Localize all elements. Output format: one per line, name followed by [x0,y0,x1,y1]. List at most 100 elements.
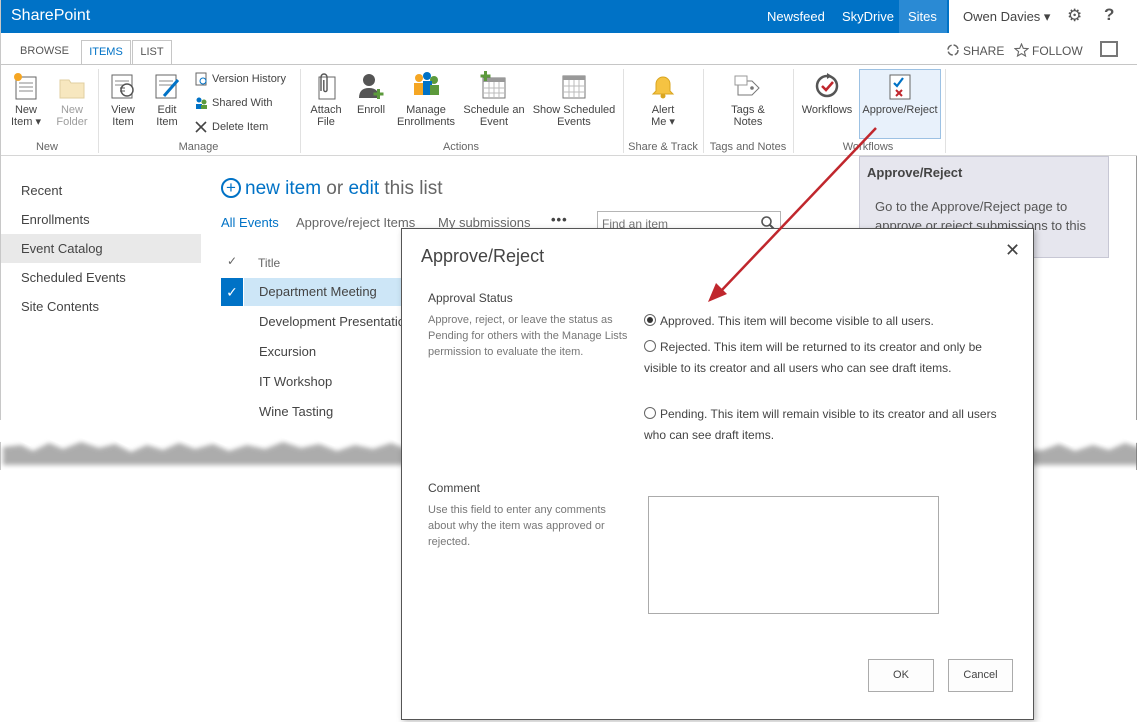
follow-button[interactable]: FOLLOW [1013,42,1083,58]
radio-approved-button[interactable] [644,314,656,326]
sharepoint-brand[interactable]: SharePoint [11,7,90,25]
close-icon[interactable]: ✕ [1005,240,1020,261]
nav-skydrive[interactable]: SkyDrive [842,9,894,24]
radio-rejected-label: Rejected. This item will be returned to … [644,340,982,375]
new-item-link[interactable]: new item [245,178,321,199]
schedule-event-button[interactable]: Schedule an Event [461,71,527,128]
table-row[interactable]: Department Meeting [244,278,424,306]
select-all-checkmark[interactable]: ✓ [227,254,237,268]
tags-notes-label-1: Tags & [731,104,765,116]
new-item-icon [14,73,37,100]
shared-with-icon [196,97,207,110]
more-views-ellipsis[interactable]: ••• [551,212,568,227]
nav-item-enrollments[interactable]: Enrollments [1,205,201,234]
ok-button[interactable]: OK [868,659,934,692]
version-history-button[interactable]: Version History [194,70,286,88]
schedule-event-icon [480,71,506,99]
enroll-label: Enroll [356,104,386,116]
shared-with-label: Shared With [212,97,273,109]
show-scheduled-events-button[interactable]: Show Scheduled Events [530,71,618,128]
workflows-button[interactable]: Workflows [798,71,856,116]
group-divider [793,69,794,153]
radio-rejected[interactable]: Rejected. This item will be returned to … [644,337,1014,379]
user-area: Owen Davies ▾ ⚙ ? [949,0,1137,33]
view-item-button[interactable]: View Item [104,71,142,128]
share-icon [947,44,959,56]
row-selected-checkmark[interactable]: ✓ [221,278,243,306]
workflows-label: Workflows [801,104,853,116]
comment-description: Use this field to enter any comments abo… [428,504,606,548]
user-menu[interactable]: Owen Davies ▾ [963,9,1050,25]
radio-pending[interactable]: Pending. This item will remain visible t… [644,404,1014,446]
approve-reject-icon [889,74,911,100]
group-divider [300,69,301,153]
enroll-icon [359,74,384,99]
new-folder-label-1: New [60,104,83,116]
new-item-button[interactable]: New Item ▾ [7,71,45,128]
tab-items[interactable]: ITEMS [81,40,131,65]
group-divider [98,69,99,153]
delete-item-label: Delete Item [212,121,269,133]
group-label-new: New [35,141,58,153]
new-item-bar: + new item or edit this list [221,178,442,200]
comment-textarea[interactable] [648,496,939,614]
bell-icon [651,76,675,99]
table-row[interactable]: Excursion [244,338,424,366]
suite-bar: SharePoint Newsfeed SkyDrive Sites Owen … [1,0,1137,33]
nav-sites[interactable]: Sites [908,9,937,24]
or-text: or [321,178,349,199]
radio-pending-label: Pending. This item will remain visible t… [644,407,997,442]
nav-item-event-catalog[interactable]: Event Catalog [1,234,201,263]
attach-file-button[interactable]: Attach File [306,71,346,128]
screenshot-frame: SharePoint Newsfeed SkyDrive Sites Owen … [0,0,1137,722]
attach-file-label-2: File [317,116,335,128]
view-approve-reject-items[interactable]: Approve/reject Items [296,215,415,230]
nav-newsfeed[interactable]: Newsfeed [767,9,825,24]
column-header-title[interactable]: Title [258,256,280,270]
edit-list-link[interactable]: edit [348,178,379,199]
share-button[interactable]: SHARE [946,43,1004,58]
folder-icon [59,79,85,99]
calendar-icon [562,75,586,99]
manage-enrollments-button[interactable]: Manage Enrollments [394,71,458,128]
radio-rejected-button[interactable] [644,340,656,352]
view-all-events[interactable]: All Events [221,215,279,230]
tags-notes-button[interactable]: Tags & Notes [723,71,773,128]
tab-list[interactable]: LIST [132,40,172,65]
edit-item-label-2: Item [156,116,178,128]
nav-item-scheduled-events[interactable]: Scheduled Events [1,263,201,292]
new-item-label-2: Item ▾ [11,116,41,128]
shared-with-button[interactable]: Shared With [194,94,273,112]
nav-item-recent[interactable]: Recent [1,176,201,205]
enroll-button[interactable]: Enroll [352,71,390,116]
manage-enrollments-label-1: Manage [406,104,446,116]
tag-icon [734,75,760,96]
radio-pending-button[interactable] [644,407,656,419]
new-folder-button[interactable]: New Folder [53,71,91,128]
edit-item-button[interactable]: Edit Item [148,71,186,128]
workflows-icon [815,73,839,98]
group-divider [945,69,946,153]
help-icon[interactable]: ? [1104,5,1114,25]
cancel-button[interactable]: Cancel [948,659,1013,692]
table-row[interactable]: Development Presentation [244,308,424,336]
ribbon: New Item ▾ New Folder New View Item Edit… [1,64,1137,156]
table-row[interactable]: IT Workshop [244,368,424,396]
nav-item-site-contents[interactable]: Site Contents [1,292,201,321]
schedule-event-label-2: Event [479,116,509,128]
delete-icon [195,121,207,133]
approve-reject-label: Approve/Reject [862,104,938,116]
version-history-icon [195,72,207,86]
tags-notes-label-2: Notes [733,116,763,128]
approve-reject-dialog: Approve/Reject ✕ Approval Status Approve… [401,228,1034,720]
group-label-tags-notes: Tags and Notes [709,141,787,153]
approval-status-description: Approve, reject, or leave the status as … [428,314,628,358]
radio-approved[interactable]: Approved. This item will become visible … [644,311,1014,332]
delete-item-button[interactable]: Delete Item [194,118,268,136]
focus-on-content-icon[interactable] [1100,41,1118,57]
approve-reject-button[interactable]: Approve/Reject [859,71,941,116]
add-icon[interactable]: + [221,178,241,198]
alert-me-button[interactable]: Alert Me ▾ [641,71,685,128]
gear-icon[interactable]: ⚙ [1067,6,1082,26]
tab-browse[interactable]: BROWSE [13,40,76,65]
